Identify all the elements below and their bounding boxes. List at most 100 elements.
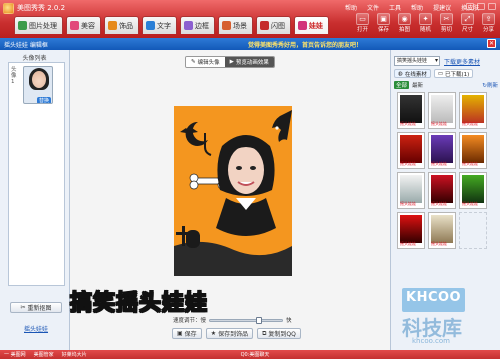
star-icon: ★ (210, 330, 217, 337)
tab-beauty[interactable]: 美容 (66, 16, 101, 34)
capture-button[interactable]: ◉ 拍图 (395, 13, 414, 33)
share-button[interactable]: ⇪ 分享 (479, 13, 498, 33)
random-icon: ✦ (419, 13, 432, 25)
speed-slider-knob[interactable] (256, 316, 263, 324)
copy-icon: ⧉ (262, 329, 267, 337)
material-thumb[interactable]: 摇头娃娃 (397, 212, 425, 249)
halloween-doll-artwork (174, 106, 292, 276)
filter-latest[interactable]: 最新 (412, 81, 423, 89)
save-icon: ▣ (177, 330, 183, 337)
tab-downloaded[interactable]: ▭ 已下载(1) (433, 69, 474, 78)
scissors-icon: ✂ (20, 304, 26, 311)
material-thumb[interactable]: 摇头娃娃 (397, 172, 425, 209)
scene-icon (222, 21, 231, 30)
avatar-face (32, 71, 46, 88)
menu-help-2[interactable]: 帮助 (411, 3, 423, 12)
material-category-select[interactable]: 搞笑摇头娃娃 (394, 56, 440, 66)
tab-text[interactable]: 文字 (142, 16, 177, 34)
status-bar: 一 美图网 美图管家 好莱坞大片 Q0:美图聊天 (0, 350, 500, 359)
speed-control: 速度调节：慢 快 (173, 316, 292, 324)
material-thumb[interactable]: 摇头娃娃 (459, 172, 487, 209)
status-item[interactable]: 一 美图网 (4, 351, 26, 358)
tab-frame[interactable]: 边框 (180, 16, 215, 34)
editor-title: 摇头娃娃 编辑框 (4, 42, 48, 49)
play-icon: ▶ (229, 59, 234, 65)
filter-all[interactable]: 全部 (394, 81, 410, 89)
avatar-index: 头像1 (11, 67, 17, 85)
accessory-icon (108, 21, 117, 30)
replace-button[interactable]: 替换 (37, 97, 52, 103)
material-thumb[interactable]: 摇头娃娃 (459, 132, 487, 169)
material-thumb[interactable]: 摇头娃娃 (397, 132, 425, 169)
tips-link[interactable]: 摇头娃娃 (24, 324, 48, 333)
image-icon (18, 21, 27, 30)
open-button[interactable]: ▭ 打开 (353, 13, 372, 33)
material-thumb[interactable]: 摇头娃娃 (428, 92, 456, 129)
folder-icon: ▭ (356, 13, 369, 25)
mode-preview-button[interactable]: ▶ 预览动画效果 (224, 57, 274, 67)
tab-accessory[interactable]: 饰品 (104, 16, 139, 34)
edit-icon: ✎ (191, 59, 196, 65)
preview-canvas[interactable] (174, 106, 292, 276)
save-to-accessory-button[interactable]: ★ 保存到饰品 (205, 328, 254, 339)
minimize-icon[interactable] (466, 3, 474, 10)
app-logo-icon (3, 3, 14, 14)
app-title: 美图秀秀 2.0.2 (17, 4, 66, 12)
close-icon[interactable] (488, 3, 496, 10)
editor-close-icon[interactable]: ✕ (487, 39, 496, 48)
avatar-thumbnail[interactable]: 替换 (23, 66, 53, 104)
save-doll-button[interactable]: ▣ 保存 (172, 328, 202, 339)
resize-button[interactable]: ⤢ 尺寸 (458, 13, 477, 33)
resize-icon: ⤢ (461, 13, 474, 25)
action-buttons: ▣ 保存 ★ 保存到饰品 ⧉ 复制到QQ (172, 328, 301, 339)
random-button[interactable]: ✦ 随机 (416, 13, 435, 33)
mode-switch: ✎ 编辑头像 ▶ 预览动画效果 (185, 56, 275, 68)
menu-help[interactable]: 帮助 (345, 3, 357, 12)
avatar-list: 头像1 替换 (8, 62, 65, 286)
globe-icon: ◍ (398, 70, 403, 77)
crop-icon: ✂ (440, 13, 453, 25)
beauty-icon (70, 21, 79, 30)
tab-flash[interactable]: 闪图 (256, 16, 291, 34)
speed-fast-label: 快 (286, 318, 292, 324)
material-thumb[interactable]: 摇头娃娃 (397, 92, 425, 129)
status-item[interactable]: Q0:美图聊天 (241, 351, 270, 358)
menu-tools[interactable]: 工具 (389, 3, 401, 12)
speed-slider[interactable] (209, 316, 284, 324)
window-controls (466, 3, 496, 10)
grave-cross-icon (182, 226, 185, 246)
speed-label: 速度调节：慢 (173, 318, 207, 324)
top-menu: 帮助 文件 工具 帮助 提建议 换皮肤 (345, 3, 479, 12)
crop-button[interactable]: ✂ 剪切 (437, 13, 456, 33)
save-button[interactable]: ▣ 保存 (374, 13, 393, 33)
overlay-caption: 搞笑摇头娃娃 (69, 291, 209, 317)
tab-online-material[interactable]: ◍ 在线素材 (394, 69, 431, 78)
camera-icon: ◉ (398, 13, 411, 25)
refresh-link[interactable]: ↻刷新 (482, 81, 498, 89)
recrop-button[interactable]: ✂ 重新抠图 (10, 302, 62, 313)
save-icon: ▣ (377, 13, 390, 25)
status-item[interactable]: 好莱坞大片 (62, 351, 87, 358)
status-item[interactable]: 美图管家 (34, 351, 54, 358)
tab-scene[interactable]: 场景 (218, 16, 253, 34)
watermark-logo: KHCOO (406, 290, 462, 305)
main-tabs: 图片处理 美容 饰品 文字 边框 场景 闪图 娃娃 (14, 16, 329, 34)
menu-feedback[interactable]: 提建议 (433, 3, 451, 12)
title-toolbar: 美图秀秀 2.0.2 帮助 文件 工具 帮助 提建议 换皮肤 图片处理 美容 饰… (0, 0, 500, 38)
material-thumb[interactable]: 摇头娃娃 (428, 212, 456, 249)
mode-edit-button[interactable]: ✎ 编辑头像 (186, 57, 225, 67)
material-thumb[interactable]: 摇头娃娃 (428, 132, 456, 169)
material-grid: 摇头娃娃 摇头娃娃 摇头娃娃 摇头娃娃 摇头娃娃 摇头娃娃 摇头娃娃 摇头娃娃 … (397, 92, 497, 249)
menu-file[interactable]: 文件 (367, 3, 379, 12)
frame-icon (184, 21, 193, 30)
download-more-link[interactable]: 下载更多素材 (444, 57, 480, 66)
doll-face (228, 146, 264, 194)
copy-to-qq-button[interactable]: ⧉ 复制到QQ (257, 328, 301, 339)
editor-header: 摇头娃娃 编辑框 觉得美图秀秀好用，首页告诉您的朋友吧！ ✕ (0, 38, 500, 50)
tab-doll[interactable]: 娃娃 (294, 16, 329, 34)
promo-hint[interactable]: 觉得美图秀秀好用，首页告诉您的朋友吧！ (248, 40, 362, 49)
material-thumb[interactable]: 摇头娃娃 (428, 172, 456, 209)
material-thumb[interactable]: 摇头娃娃 (459, 92, 487, 129)
tab-image-processing[interactable]: 图片处理 (14, 16, 63, 34)
maximize-icon[interactable] (477, 3, 485, 10)
